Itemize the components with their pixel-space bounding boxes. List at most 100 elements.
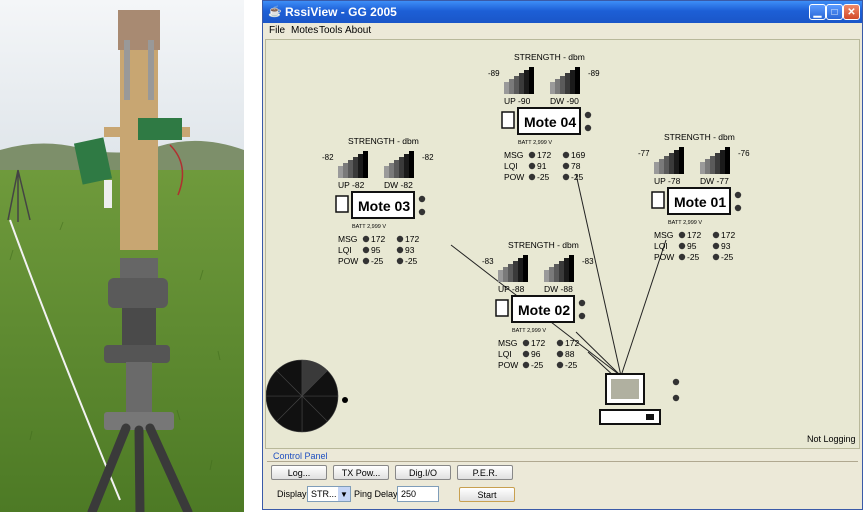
indicator-dot [678,253,686,261]
metric-label: MSG [504,150,523,160]
indicator-dot [396,235,404,243]
menu-about[interactable]: About [345,25,371,36]
left-strength-value: -89 [488,69,500,78]
indicator-dot [522,350,530,358]
strength-bar [519,73,524,94]
strength-bar [550,82,555,94]
metric-label: LQI [504,161,518,171]
strength-bar [544,270,549,282]
strength-title: STRENGTH - dbm [348,136,419,146]
mote-name: Mote 04 [524,114,576,130]
indicator-dot [556,339,564,347]
radar-indicator [342,397,348,403]
metric-value: 172 [405,234,419,244]
indicator-dot [562,173,570,181]
strength-bar [659,159,664,174]
battery-label: BATT 2,999 V [518,140,552,146]
metric-value: 95 [687,241,697,251]
battery-label: BATT 2,999 V [668,220,702,226]
battery-label: BATT 2,999 V [352,224,386,230]
mote-4: STRENGTH - dbm-83 -83UP -88 DW -88Mote 02B… [482,240,594,370]
indicator-dot [712,253,720,261]
per-button[interactable]: P.E.R. [457,465,513,480]
metric-label: MSG [338,234,357,244]
chevron-down-icon[interactable]: ▼ [338,487,350,501]
dw-label: DW -88 [544,284,573,294]
maximize-button[interactable]: □ [826,4,843,20]
indicator-dot [734,191,742,199]
indicator-dot [418,208,426,216]
up-label: UP -90 [504,96,531,106]
strength-bar [508,264,513,282]
battery-label: BATT 2,999 V [512,328,546,334]
metric-value: 172 [537,150,551,160]
start-button[interactable]: Start [459,487,515,502]
network-canvas: STRENGTH - dbm -89 -89 UP -90 DW -90 Mote 04 B… [265,39,860,449]
menu-file[interactable]: File [269,25,285,36]
metric-value: -25 [687,252,700,262]
indicator-dot [528,162,536,170]
title-bar: ☕ RssiView - GG 2005 ▁ □ ✕ [263,1,862,23]
strength-bar [384,166,389,178]
metric-value: 93 [405,245,415,255]
metric-label: MSG [654,230,673,240]
strength-bar [409,151,414,178]
strength-bar [705,159,710,174]
metric-label: POW [338,256,358,266]
strength-bar [394,160,399,178]
strength-bar [555,79,560,94]
metric-value: 172 [565,338,579,348]
strength-bar [554,264,559,282]
minimize-button[interactable]: ▁ [809,4,826,20]
left-strength-value: -82 [322,153,334,162]
indicator-dot [396,246,404,254]
metric-label: POW [498,360,518,370]
strength-bar [570,70,575,94]
control-panel: Control Panel Log... TX Pow... Dig.I/O P… [265,451,860,507]
strength-bar [674,150,679,174]
right-strength-value: -83 [582,257,594,266]
ping-delay-input[interactable]: 250 [397,486,439,502]
indicator-dot [396,257,404,265]
metric-value: 172 [687,230,701,240]
strength-bar [343,163,348,178]
mote-name: Mote 02 [518,302,570,318]
indicator-dot [362,257,370,265]
metric-label: MSG [498,338,517,348]
tx-pow-button[interactable]: TX Pow... [333,465,389,480]
indicator-dot [528,151,536,159]
metric-value: 78 [571,161,581,171]
menu-motes[interactable]: Motes [291,25,318,36]
indicator-dot [578,299,586,307]
indicator-dot [584,111,592,119]
metric-label: LQI [654,241,668,251]
indicator-dot [678,231,686,239]
display-select[interactable]: STR... ▼ [307,486,351,502]
strength-bar [564,258,569,282]
indicator-dot [362,246,370,254]
metric-value: -25 [721,252,734,262]
dig-io-button[interactable]: Dig.I/O [395,465,451,480]
indicator-dot [578,312,586,320]
indicator-dot [734,204,742,212]
menu-tools[interactable]: Tools [319,25,342,36]
metric-value: 172 [721,230,735,240]
strength-bar [353,157,358,178]
metric-value: 93 [721,241,731,251]
metric-label: LQI [498,349,512,359]
up-label: UP -82 [338,180,365,190]
rssiview-window: ☕ RssiView - GG 2005 ▁ □ ✕ File Motes To… [262,0,863,510]
metric-value: -25 [537,172,550,182]
log-button[interactable]: Log... [271,465,327,480]
strength-bar [389,163,394,178]
metric-value: 172 [531,338,545,348]
strength-bar [710,156,715,174]
strength-bar [715,153,720,174]
metric-value: 88 [565,349,575,359]
metric-label: POW [504,172,524,182]
close-button[interactable]: ✕ [843,4,860,20]
up-label: UP -78 [654,176,681,186]
left-strength-value: -83 [482,257,494,266]
metric-value: 95 [371,245,381,255]
link-line [575,331,622,377]
